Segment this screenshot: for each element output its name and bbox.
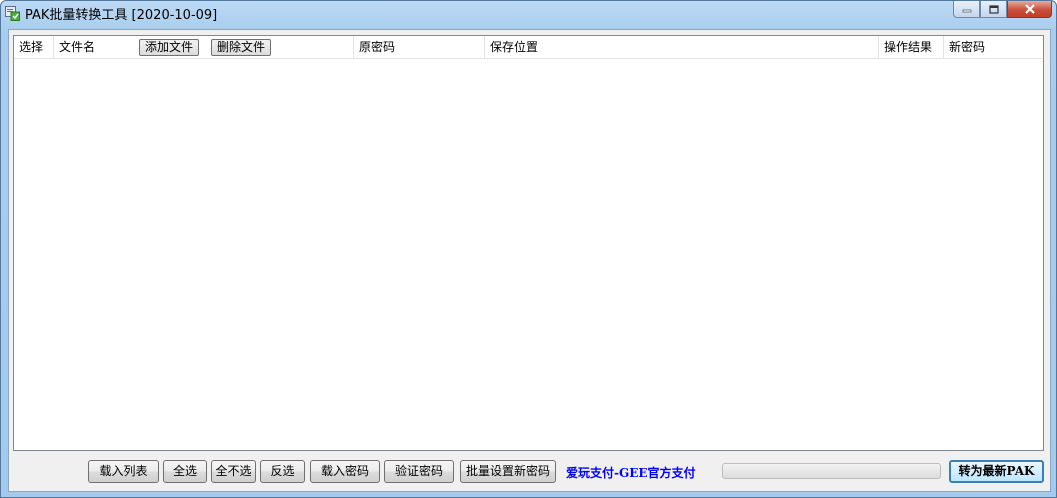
progress-bar — [722, 463, 941, 479]
load-list-button[interactable]: 载入列表 — [88, 460, 159, 483]
app-icon — [5, 6, 20, 21]
maximize-button[interactable] — [980, 1, 1007, 18]
batch-set-password-button[interactable]: 批量设置新密码 — [460, 460, 556, 483]
close-icon — [1024, 4, 1035, 14]
title-bar[interactable]: PAK批量转换工具 [2020-10-09] — [1, 1, 1056, 25]
convert-button[interactable]: 转为最新PAK — [949, 460, 1044, 483]
window-title: PAK批量转换工具 [2020-10-09] — [25, 8, 218, 23]
maximize-icon — [988, 4, 999, 14]
payment-link[interactable]: 爱玩支付-GEE官方支付 — [566, 464, 696, 481]
list-header: 选择 文件名 添加文件 删除文件 原密码 保存位置 操作结果 新密码 — [14, 36, 1043, 59]
column-save-location[interactable]: 保存位置 — [485, 36, 879, 58]
close-button[interactable] — [1007, 1, 1052, 18]
verify-password-button[interactable]: 验证密码 — [384, 460, 454, 483]
delete-file-button[interactable]: 删除文件 — [211, 39, 272, 56]
load-password-button[interactable]: 载入密码 — [310, 460, 380, 483]
main-window: PAK批量转换工具 [2020-10-09] 选择 文件名 添加文件 删除文件 … — [0, 0, 1057, 498]
column-result[interactable]: 操作结果 — [879, 36, 944, 58]
minimize-button[interactable] — [953, 1, 980, 18]
select-none-button[interactable]: 全不选 — [211, 460, 256, 483]
add-file-button[interactable]: 添加文件 — [139, 39, 200, 56]
file-list[interactable]: 选择 文件名 添加文件 删除文件 原密码 保存位置 操作结果 新密码 — [13, 35, 1044, 451]
select-all-button[interactable]: 全选 — [163, 460, 207, 483]
column-new-password[interactable]: 新密码 — [944, 36, 1043, 58]
column-filename-label: 文件名 — [59, 40, 96, 54]
column-old-password[interactable]: 原密码 — [354, 36, 485, 58]
minimize-icon — [962, 9, 971, 13]
column-filename[interactable]: 文件名 添加文件 删除文件 — [54, 36, 354, 58]
client-area: 选择 文件名 添加文件 删除文件 原密码 保存位置 操作结果 新密码 载入列表 … — [8, 29, 1051, 492]
column-select[interactable]: 选择 — [14, 36, 54, 58]
invert-selection-button[interactable]: 反选 — [260, 460, 305, 483]
